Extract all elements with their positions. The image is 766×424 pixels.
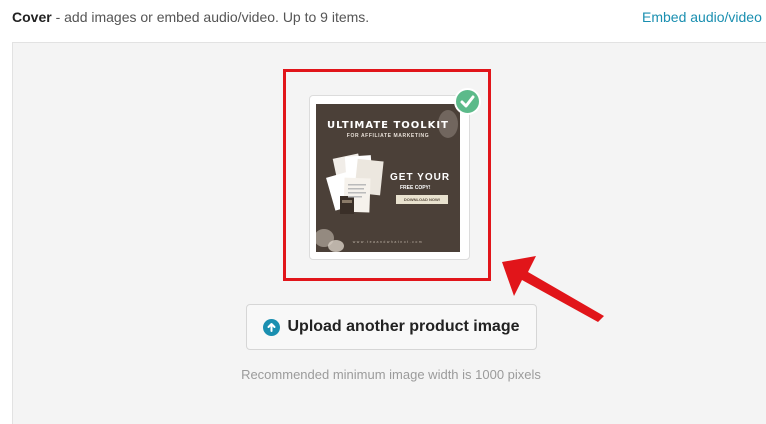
upload-product-image-button[interactable]: Upload another product image bbox=[246, 304, 537, 350]
upload-button-label: Upload another product image bbox=[287, 318, 520, 335]
highlight-box bbox=[283, 69, 491, 281]
upload-arrow-icon bbox=[263, 318, 281, 336]
red-arrow-annotation bbox=[502, 256, 604, 322]
image-width-hint: Recommended minimum image width is 1000 … bbox=[241, 367, 541, 382]
cover-label: Cover bbox=[12, 9, 52, 25]
embed-audio-video-link[interactable]: Embed audio/video bbox=[642, 9, 762, 25]
cover-description: - add images or embed audio/video. Up to… bbox=[51, 9, 370, 25]
